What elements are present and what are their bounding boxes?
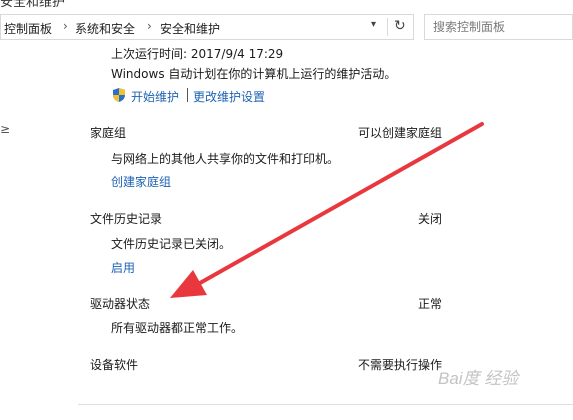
content-bottom-border [78, 404, 573, 405]
maintenance-description: Windows 自动计划在你的计算机上运行的维护活动。 [111, 67, 397, 81]
address-divider [387, 18, 388, 36]
last-run-time: 上次运行时间: 2017/9/4 17:29 [111, 47, 284, 61]
link-separator [187, 88, 188, 102]
change-maintenance-settings-link[interactable]: 更改维护设置 [193, 88, 265, 105]
refresh-icon[interactable]: ↻ [394, 18, 406, 34]
homegroup-detail: 与网络上的其他人共享你的文件和打印机。 [111, 152, 340, 166]
address-bar[interactable]: 控制面板 › 系统和安全 › 安全和维护 ▾ ↻ [0, 14, 414, 40]
baidu-watermark: Bai度 经验 [438, 369, 519, 388]
device-software-title: 设备软件 [90, 358, 139, 372]
left-edge-glyph: ≥ [0, 122, 11, 136]
file-history-status: 关闭 [418, 212, 443, 226]
homegroup-title: 家庭组 [90, 126, 127, 140]
create-homegroup-link[interactable]: 创建家庭组 [111, 173, 171, 190]
search-input[interactable] [424, 14, 573, 40]
device-software-status: 不需要执行操作 [358, 358, 443, 372]
red-annotation-arrow [170, 122, 484, 298]
breadcrumb-security-maintenance[interactable]: 安全和维护 [160, 20, 220, 37]
file-history-title: 文件历史记录 [90, 212, 163, 226]
start-maintenance-link[interactable]: 开始维护 [131, 88, 179, 105]
homegroup-status: 可以创建家庭组 [358, 126, 443, 140]
uac-shield-icon [113, 88, 125, 102]
breadcrumb-control-panel[interactable]: 控制面板 [4, 20, 52, 37]
drive-status-title: 驱动器状态 [90, 297, 151, 311]
window-title: 安全和维护 [0, 0, 66, 10]
drive-status-detail: 所有驱动器都正常工作。 [111, 321, 244, 335]
breadcrumb-separator-icon[interactable]: › [147, 19, 152, 33]
breadcrumb-system-security[interactable]: 系统和安全 [75, 20, 135, 37]
drive-status-value: 正常 [418, 297, 443, 311]
enable-file-history-link[interactable]: 启用 [111, 259, 135, 276]
file-history-detail: 文件历史记录已关闭。 [111, 237, 232, 251]
chevron-down-icon[interactable]: ▾ [371, 19, 376, 30]
breadcrumb-separator-icon[interactable]: › [63, 19, 68, 33]
